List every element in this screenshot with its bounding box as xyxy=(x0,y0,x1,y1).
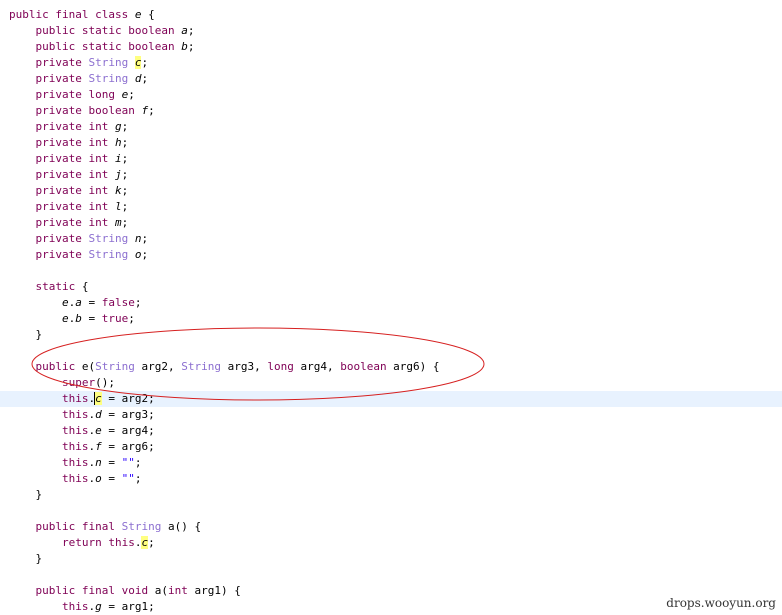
code-line[interactable]: this.d = arg3; xyxy=(0,407,782,423)
code-line-text: private int i; xyxy=(35,152,129,165)
code-line-text: public static boolean b; xyxy=(35,40,195,53)
code-line[interactable]: public final String a() { xyxy=(0,519,782,535)
code-line[interactable] xyxy=(0,567,782,583)
code-line[interactable]: private int g; xyxy=(0,119,782,135)
code-line[interactable]: } xyxy=(0,551,782,567)
code-line-text: private int j; xyxy=(35,168,129,181)
code-line[interactable]: this.n = ""; xyxy=(0,455,782,471)
code-line[interactable]: } xyxy=(0,327,782,343)
code-line[interactable]: private String n; xyxy=(0,231,782,247)
code-line-text: public final class e { xyxy=(9,8,155,21)
code-line-text: private String o; xyxy=(35,248,149,261)
code-line-text: private int m; xyxy=(35,216,129,229)
code-line[interactable]: private int m; xyxy=(0,215,782,231)
code-line-text: e.a = false; xyxy=(61,296,142,309)
code-line[interactable]: } xyxy=(0,487,782,503)
code-line[interactable]: private boolean f; xyxy=(0,103,782,119)
code-line[interactable]: public e(String arg2, String arg3, long … xyxy=(0,359,782,375)
code-line[interactable] xyxy=(0,503,782,519)
code-line[interactable]: e.b = true; xyxy=(0,311,782,327)
code-line-text: private int k; xyxy=(35,184,129,197)
code-line[interactable]: this.o = ""; xyxy=(0,471,782,487)
code-line-text: } xyxy=(9,488,43,501)
code-line-text: } xyxy=(9,552,43,565)
code-line-text: return this.c; xyxy=(61,536,155,549)
code-line[interactable]: public final void a(int arg1) { xyxy=(0,583,782,599)
code-line-text: this.e = arg4; xyxy=(61,424,155,437)
code-line[interactable]: super(); xyxy=(0,375,782,391)
code-line[interactable]: e.a = false; xyxy=(0,295,782,311)
code-line-text: } xyxy=(9,328,43,341)
code-line[interactable]: private int j; xyxy=(0,167,782,183)
code-editor[interactable]: public final class e { public static boo… xyxy=(0,0,782,615)
code-line-text: public final void a(int arg1) { xyxy=(35,584,241,597)
code-line[interactable]: private String c; xyxy=(0,55,782,71)
code-line[interactable]: public static boolean a; xyxy=(0,23,782,39)
code-line[interactable]: private String o; xyxy=(0,247,782,263)
code-line-text: private boolean f; xyxy=(35,104,155,117)
code-line[interactable]: public static boolean b; xyxy=(0,39,782,55)
code-line[interactable]: static { xyxy=(0,279,782,295)
code-line-text: public static boolean a; xyxy=(35,24,195,37)
code-line-text: private String d; xyxy=(35,72,149,85)
code-line[interactable] xyxy=(0,263,782,279)
code-line[interactable]: private int h; xyxy=(0,135,782,151)
code-line[interactable]: private int i; xyxy=(0,151,782,167)
code-line-text: static { xyxy=(35,280,89,293)
code-line-text: this.d = arg3; xyxy=(61,408,155,421)
code-line-text: this.o = ""; xyxy=(61,472,142,485)
code-line[interactable] xyxy=(0,343,782,359)
code-line-text: private int g; xyxy=(35,120,129,133)
watermark-text: drops.wooyun.org xyxy=(666,596,776,610)
code-line[interactable]: return this.c; xyxy=(0,535,782,551)
code-line-text: this.f = arg6; xyxy=(61,440,155,453)
code-line-text: this.n = ""; xyxy=(61,456,142,469)
code-line[interactable]: private String d; xyxy=(0,71,782,87)
code-line[interactable]: this.f = arg6; xyxy=(0,439,782,455)
code-line-text: super(); xyxy=(61,376,115,389)
code-line[interactable]: public final class e { xyxy=(0,7,782,23)
code-line[interactable]: private int l; xyxy=(0,199,782,215)
code-line-text: private int l; xyxy=(35,200,129,213)
code-line-text: private String c; xyxy=(35,56,149,69)
code-line[interactable]: this.e = arg4; xyxy=(0,423,782,439)
code-line-text: this.c = arg2; xyxy=(61,392,155,405)
code-line[interactable]: private int k; xyxy=(0,183,782,199)
code-line[interactable]: this.g = arg1; xyxy=(0,599,782,615)
code-line-text: public e(String arg2, String arg3, long … xyxy=(35,360,440,373)
code-line[interactable]: private long e; xyxy=(0,87,782,103)
code-line-text: private long e; xyxy=(35,88,135,101)
code-line-text: this.g = arg1; xyxy=(61,600,155,613)
code-line-text: private String n; xyxy=(35,232,149,245)
code-line[interactable]: this.c = arg2; xyxy=(0,391,782,407)
code-line-text: private int h; xyxy=(35,136,129,149)
code-line-text: public final String a() { xyxy=(35,520,202,533)
code-line-text: e.b = true; xyxy=(61,312,135,325)
